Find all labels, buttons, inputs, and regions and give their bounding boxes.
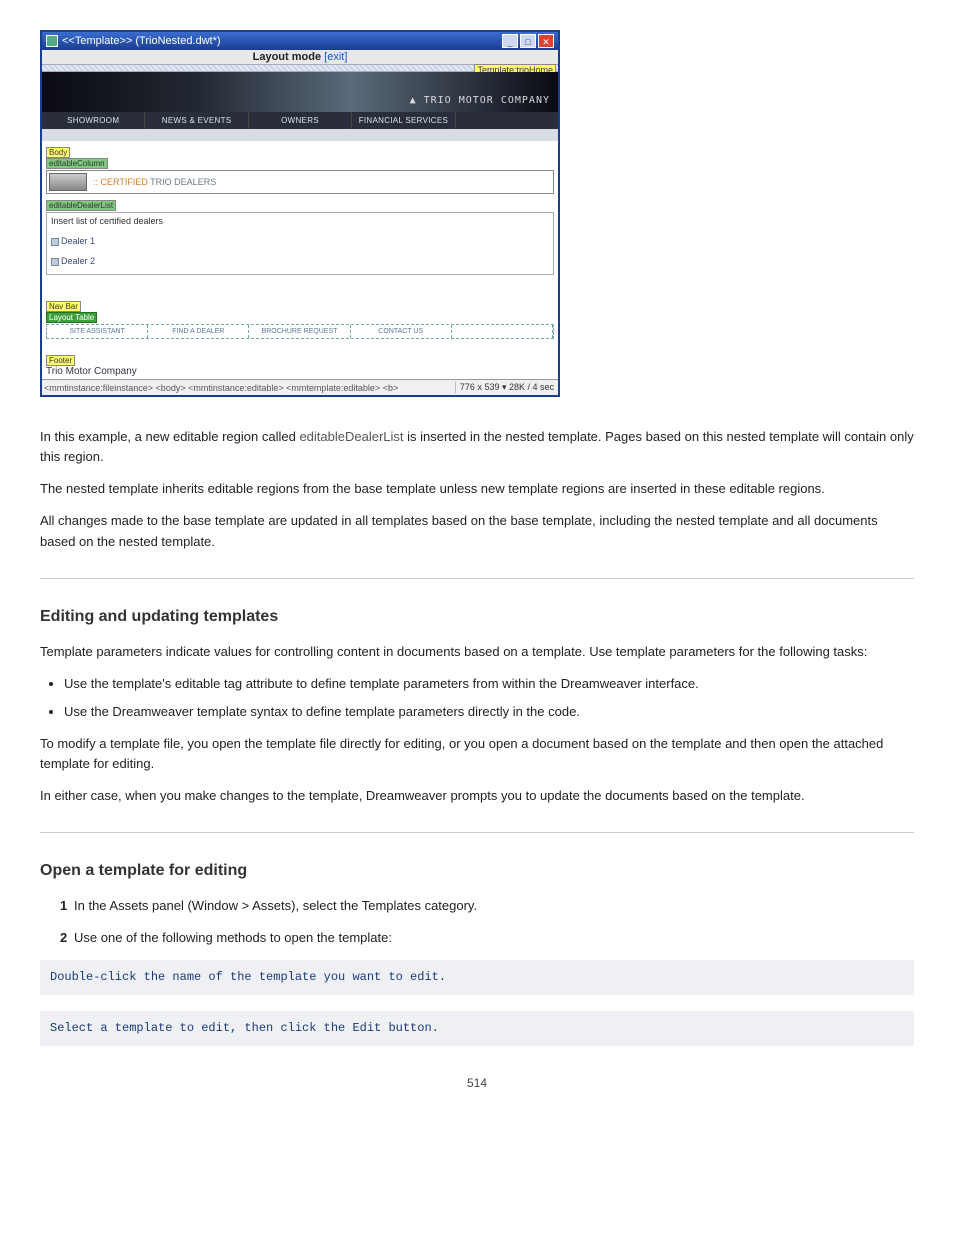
list-item: Use the template's editable tag attribut… [64, 674, 914, 694]
car-thumbnail [49, 173, 87, 191]
inline-code: editableDealerList [299, 429, 403, 444]
layout-table-tag: Layout Table [46, 312, 97, 323]
status-bar: <mmtinstance:fileinstance> <body> <mmtin… [42, 379, 558, 395]
maximize-button[interactable]: □ [520, 34, 536, 48]
util-contact[interactable]: CONTACT US [351, 325, 452, 338]
hero-banner: ▲ TRIO MOTOR COMPANY [42, 72, 558, 112]
utility-nav-row: SITE ASSISTANT FIND A DEALER BROCHURE RE… [46, 324, 554, 339]
paragraph: In either case, when you make changes to… [40, 786, 914, 806]
paragraph: Template parameters indicate values for … [40, 642, 914, 662]
nav-owners[interactable]: OWNERS [249, 112, 352, 129]
dealer-list-box[interactable]: Insert list of certified dealers Dealer … [46, 212, 554, 275]
code-block: Select a template to edit, then click th… [40, 1011, 914, 1046]
layout-mode-exit-link[interactable]: [exit] [324, 51, 347, 63]
editable-column-tag: editableColumn [46, 158, 108, 169]
app-icon [46, 35, 58, 47]
nav-empty [456, 112, 558, 129]
close-button[interactable]: ✕ [538, 34, 554, 48]
util-find-dealer[interactable]: FIND A DEALER [148, 325, 249, 338]
nav-news[interactable]: NEWS & EVENTS [145, 112, 248, 129]
nav-spacer [42, 129, 558, 141]
editable-dealerlist-tag: editableDealerList [46, 200, 116, 211]
bullet-icon [51, 238, 59, 246]
divider [40, 832, 914, 833]
code-block: Double-click the name of the template yo… [40, 960, 914, 995]
footer-region-tag: Footer [46, 355, 75, 366]
tag-selector-path[interactable]: <mmtinstance:fileinstance> <body> <mmtin… [42, 383, 455, 393]
bullet-icon [51, 258, 59, 266]
paragraph: All changes made to the base template ar… [40, 511, 914, 551]
util-brochure[interactable]: BROCHURE REQUEST [249, 325, 350, 338]
paragraph: In this example, a new editable region c… [40, 427, 914, 467]
brand-text: ▲ TRIO MOTOR COMPANY [410, 95, 550, 106]
nav-showroom[interactable]: SHOWROOM [42, 112, 145, 129]
page-number: 514 [40, 1076, 914, 1090]
paragraph: To modify a template file, you open the … [40, 734, 914, 774]
screenshot-window: <<Template>> (TrioNested.dwt*) _ □ ✕ Lay… [40, 30, 560, 397]
util-empty [452, 325, 553, 338]
titlebar: <<Template>> (TrioNested.dwt*) _ □ ✕ [42, 32, 558, 50]
divider [40, 578, 914, 579]
certified-label: :: CERTIFIED TRIO DEALERS [93, 177, 216, 187]
bullet-list: Use the template's editable tag attribut… [64, 674, 914, 722]
template-hatch-bar: Template:trioHome [42, 64, 558, 72]
dealer-2[interactable]: Dealer 2 [51, 256, 549, 266]
status-info: 776 x 539 ▾ 28K / 4 sec [455, 382, 558, 393]
paragraph: The nested template inherits editable re… [40, 479, 914, 499]
editable-column-box: :: CERTIFIED TRIO DEALERS [46, 170, 554, 194]
section-title: Editing and updating templates [40, 605, 914, 630]
content-area: Body editableColumn :: CERTIFIED TRIO DE… [42, 141, 558, 379]
insert-instruction: Insert list of certified dealers [51, 216, 549, 226]
footer-company: Trio Motor Company [46, 366, 137, 377]
layout-mode-bar: Layout mode [exit] [42, 50, 558, 64]
page-body: In this example, a new editable region c… [40, 427, 914, 1046]
body-region-tag: Body [46, 147, 70, 158]
dealer-1[interactable]: Dealer 1 [51, 236, 549, 246]
list-item: Use the Dreamweaver template syntax to d… [64, 702, 914, 722]
navbar-region-tag: Nav Bar [46, 301, 81, 312]
minimize-button[interactable]: _ [502, 34, 518, 48]
window-title: <<Template>> (TrioNested.dwt*) [62, 35, 500, 47]
util-site-assistant[interactable]: SITE ASSISTANT [47, 325, 148, 338]
numbered-list: 1In the Assets panel (Window > Assets), … [60, 896, 914, 948]
list-item: 1In the Assets panel (Window > Assets), … [60, 896, 914, 916]
layout-mode-label: Layout mode [253, 51, 325, 63]
primary-nav: SHOWROOM NEWS & EVENTS OWNERS FINANCIAL … [42, 112, 558, 129]
section-title: Open a template for editing [40, 859, 914, 884]
nav-financial[interactable]: FINANCIAL SERVICES [352, 112, 455, 129]
list-item: 2Use one of the following methods to ope… [60, 928, 914, 948]
